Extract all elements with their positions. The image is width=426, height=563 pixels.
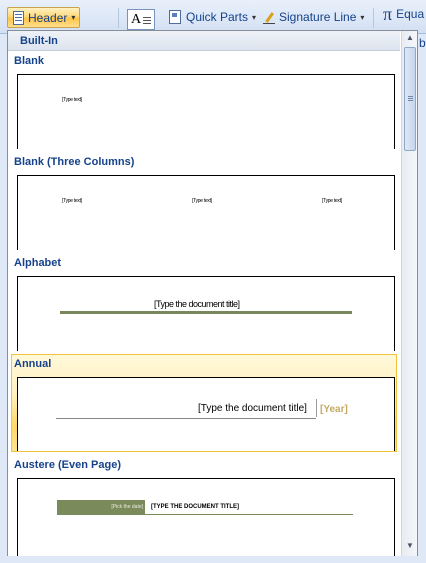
gallery-item-title: Alphabet (14, 257, 62, 269)
placeholder-text: [Type text] (322, 198, 342, 204)
gallery-item-title: Austere (Even Page) (14, 459, 121, 471)
year-placeholder: [Year] (320, 404, 348, 415)
header-button-label: Header (28, 10, 68, 25)
date-placeholder: [Pick the date] (57, 500, 145, 515)
grip-icon (408, 96, 413, 97)
placeholder-text: [Type text] (62, 97, 82, 103)
scroll-down-icon[interactable]: ▼ (402, 539, 417, 553)
ribbon-toolbar: Header ▾ A Quick Parts ▾ Signature Line … (0, 0, 426, 34)
quick-parts-button[interactable]: Quick Parts ▾ (169, 10, 256, 24)
text-box-button[interactable]: A (127, 9, 155, 30)
document-title-placeholder: [TYPE THE DOCUMENT TITLE] (151, 504, 239, 510)
title-rule (56, 418, 316, 419)
chevron-down-icon: ▾ (360, 12, 365, 22)
placeholder-text: [Type text] (62, 198, 82, 204)
title-rule (145, 514, 353, 515)
header-button[interactable]: Header ▾ (7, 7, 80, 28)
title-divider (316, 399, 317, 417)
gallery-item-blank[interactable]: [Type text] (17, 74, 395, 149)
quick-parts-icon (169, 10, 181, 24)
clipped-ribbon-text: b (419, 36, 426, 50)
ribbon-separator (373, 8, 374, 28)
signature-line-icon (263, 11, 275, 24)
gallery-scrollbar[interactable]: ▲ ▼ (401, 31, 417, 562)
gallery-item-alphabet[interactable]: [Type the document title] (17, 276, 395, 351)
gallery-item-title: Blank (Three Columns) (14, 156, 135, 168)
scrollbar-thumb[interactable] (404, 47, 416, 151)
document-title-placeholder: [Type the document title] (198, 403, 307, 414)
chevron-down-icon: ▾ (252, 12, 257, 22)
gallery-item-annual[interactable]: [Type the document title] [Year] (17, 377, 395, 451)
equation-label: Equa (396, 7, 425, 21)
header-icon (13, 10, 24, 25)
text-box-icon: A (131, 11, 142, 27)
gallery-item-title: Annual (14, 358, 52, 370)
signature-line-label: Signature Line (279, 10, 357, 24)
gallery-item-austere-even-page[interactable]: [Pick the date] [TYPE THE DOCUMENT TITLE… (17, 478, 395, 558)
header-gallery-dropdown: Built-In Blank [Type text] Blank (Three … (7, 30, 418, 563)
quick-parts-label: Quick Parts (186, 10, 249, 24)
title-rule (60, 311, 352, 314)
pi-icon: π (383, 4, 393, 24)
chevron-down-icon: ▾ (71, 13, 76, 22)
gallery-list: Blank [Type text] Blank (Three Columns) … (8, 52, 401, 558)
gallery-item-title: Blank (14, 55, 44, 67)
equation-button[interactable]: π Equa (383, 4, 425, 24)
gallery-group-header: Built-In (8, 31, 400, 51)
ribbon-separator (118, 8, 119, 28)
placeholder-text: [Type text] (192, 198, 212, 204)
signature-line-button[interactable]: Signature Line ▾ (263, 10, 364, 24)
document-title-placeholder: [Type the document title] (154, 299, 240, 309)
gallery-item-blank-three-columns[interactable]: [Type text] [Type text] [Type text] (17, 175, 395, 250)
scroll-up-icon[interactable]: ▲ (402, 31, 417, 45)
status-strip (0, 556, 426, 563)
